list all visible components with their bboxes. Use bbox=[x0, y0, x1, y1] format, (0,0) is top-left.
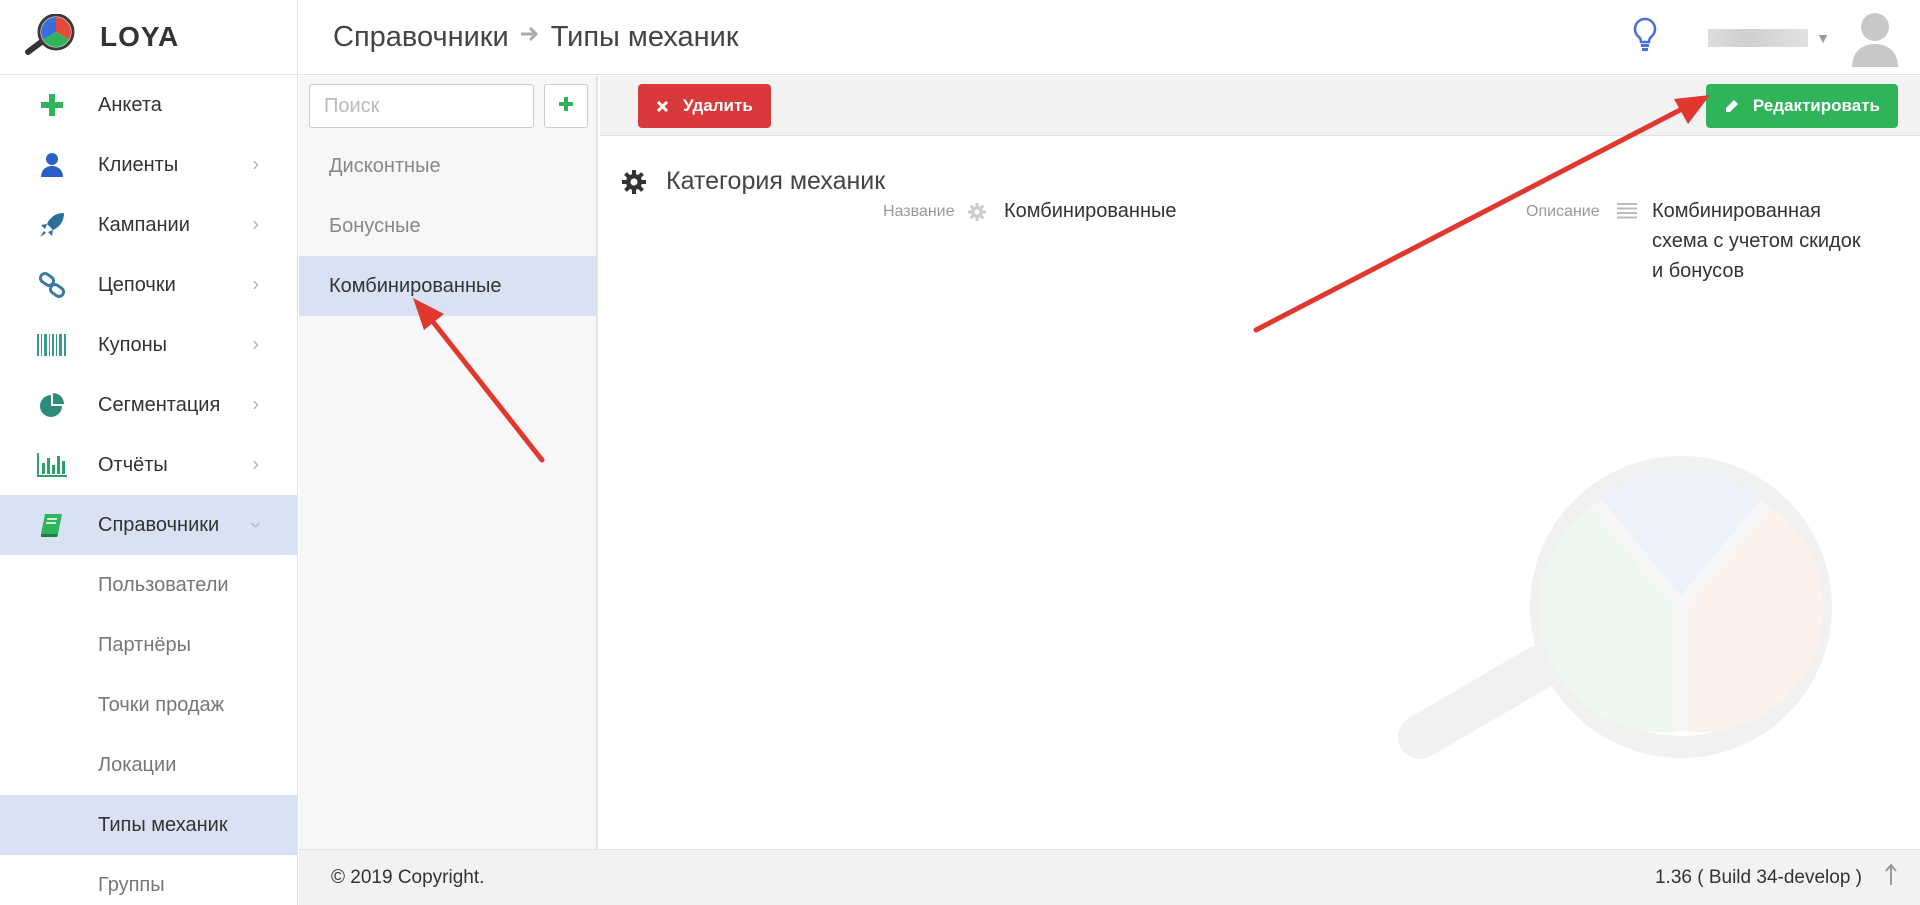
chevron-down-icon: › bbox=[245, 521, 268, 529]
list-item-combined[interactable]: Комбинированные bbox=[299, 256, 596, 316]
toolbar: Удалить Редактировать bbox=[600, 76, 1920, 136]
sidebar-item-questionnaire[interactable]: Анкета bbox=[0, 75, 297, 135]
lightbulb-icon[interactable] bbox=[1632, 16, 1658, 59]
sidebar-item-directories[interactable]: Справочники › bbox=[0, 495, 297, 555]
description-line: и бонусов bbox=[1652, 260, 1745, 282]
footer: © 2019 Copyright. 1.36 ( Build 34-develo… bbox=[299, 849, 1920, 905]
gear-icon bbox=[968, 203, 986, 226]
mechanic-types-list-panel: Дисконтные Бонусные Комбинированные bbox=[299, 76, 598, 849]
sidebar-subitem-points-of-sale[interactable]: Точки продаж bbox=[0, 675, 297, 735]
sidebar-item-label: Анкета bbox=[98, 93, 162, 116]
sidebar-item-reports[interactable]: Отчёты › bbox=[0, 435, 297, 495]
arrow-right-icon bbox=[519, 23, 541, 51]
chain-icon bbox=[32, 272, 72, 298]
header: Справочники Типы механик ▼ bbox=[299, 0, 1920, 75]
sidebar-item-label: Купоны bbox=[98, 333, 168, 356]
search-row bbox=[299, 76, 596, 136]
search-input[interactable] bbox=[309, 84, 534, 128]
delete-button-label: Удалить bbox=[683, 96, 753, 115]
description-line: Комбинированная bbox=[1652, 200, 1821, 222]
loya-watermark-icon bbox=[1370, 417, 1850, 822]
header-right: ▼ bbox=[1632, 0, 1920, 75]
add-button[interactable] bbox=[544, 84, 588, 128]
description-label: Описание bbox=[1526, 203, 1600, 220]
chevron-right-icon: › bbox=[252, 273, 259, 296]
sidebar-item-label: Отчёты bbox=[98, 453, 168, 476]
sidebar-item-label: Справочники bbox=[98, 513, 220, 536]
book-icon bbox=[32, 512, 72, 538]
description-line: схема с учетом скидок bbox=[1652, 230, 1861, 252]
sidebar-subitem-partners[interactable]: Партнёры bbox=[0, 615, 297, 675]
description-value: Комбинированная схема с учетом скидок и … bbox=[1652, 196, 1861, 286]
sidebar-item-label: Кампании bbox=[98, 213, 190, 236]
bar-chart-icon bbox=[32, 453, 72, 477]
arrow-up-icon[interactable] bbox=[1884, 862, 1898, 893]
avatar[interactable] bbox=[1850, 9, 1900, 67]
section-title-text: Категория механик bbox=[666, 167, 886, 195]
chevron-right-icon: › bbox=[252, 393, 259, 416]
breadcrumb: Справочники Типы механик bbox=[333, 21, 739, 54]
list-item-discount[interactable]: Дисконтные bbox=[299, 136, 596, 196]
logo-text: LOYA bbox=[100, 21, 180, 52]
sidebar-subitem-mechanic-types[interactable]: Типы механик bbox=[0, 795, 297, 855]
list-lines-icon bbox=[1617, 203, 1637, 224]
sidebar: LOYA Анкета Клиенты › Кампании › Цепочки… bbox=[0, 0, 298, 905]
breadcrumb-parent[interactable]: Справочники bbox=[333, 21, 509, 54]
rocket-icon bbox=[32, 212, 72, 238]
list-item-bonus[interactable]: Бонусные bbox=[299, 196, 596, 256]
edit-button-label: Редактировать bbox=[1752, 96, 1880, 115]
sidebar-item-coupons[interactable]: Купоны › bbox=[0, 315, 297, 375]
chevron-right-icon: › bbox=[252, 213, 259, 236]
breadcrumb-current: Типы механик bbox=[550, 20, 739, 53]
close-icon bbox=[656, 100, 669, 113]
sidebar-item-label: Клиенты bbox=[98, 153, 179, 176]
user-icon bbox=[32, 152, 72, 178]
chevron-right-icon: › bbox=[252, 153, 259, 176]
caret-down-icon[interactable]: ▼ bbox=[1816, 30, 1830, 46]
sidebar-subitem-groups[interactable]: Группы bbox=[0, 855, 297, 905]
sidebar-subitem-locations[interactable]: Локации bbox=[0, 735, 297, 795]
gear-icon bbox=[622, 169, 646, 194]
loya-logo-icon bbox=[24, 13, 82, 61]
username-blurred[interactable] bbox=[1708, 28, 1809, 47]
chevron-right-icon: › bbox=[252, 453, 259, 476]
sidebar-item-label: Цепочки bbox=[98, 273, 176, 296]
detail-panel: Категория механик Название Комбинированн… bbox=[600, 137, 1920, 849]
pencil-icon bbox=[1724, 99, 1739, 114]
plus-icon bbox=[32, 93, 72, 117]
section-title: Категория механик bbox=[622, 167, 885, 196]
name-label: Название bbox=[883, 203, 955, 220]
barcode-icon bbox=[32, 334, 72, 356]
sidebar-item-chains[interactable]: Цепочки › bbox=[0, 255, 297, 315]
edit-button[interactable]: Редактировать bbox=[1705, 84, 1898, 128]
sidebar-subitem-users[interactable]: Пользователи bbox=[0, 555, 297, 615]
sidebar-item-campaigns[interactable]: Кампании › bbox=[0, 195, 297, 255]
name-value: Комбинированные bbox=[1004, 200, 1177, 222]
sidebar-item-label: Сегментация bbox=[98, 393, 221, 416]
pie-chart-icon bbox=[32, 392, 72, 418]
delete-button[interactable]: Удалить bbox=[638, 84, 771, 128]
sidebar-item-segmentation[interactable]: Сегментация › bbox=[0, 375, 297, 435]
plus-icon bbox=[558, 96, 574, 117]
version-text: 1.36 ( Build 34-develop ) bbox=[1654, 866, 1862, 888]
sidebar-item-clients[interactable]: Клиенты › bbox=[0, 135, 297, 195]
logo[interactable]: LOYA bbox=[0, 0, 297, 75]
chevron-right-icon: › bbox=[252, 333, 259, 356]
copyright-text: © 2019 Copyright. bbox=[331, 866, 485, 888]
